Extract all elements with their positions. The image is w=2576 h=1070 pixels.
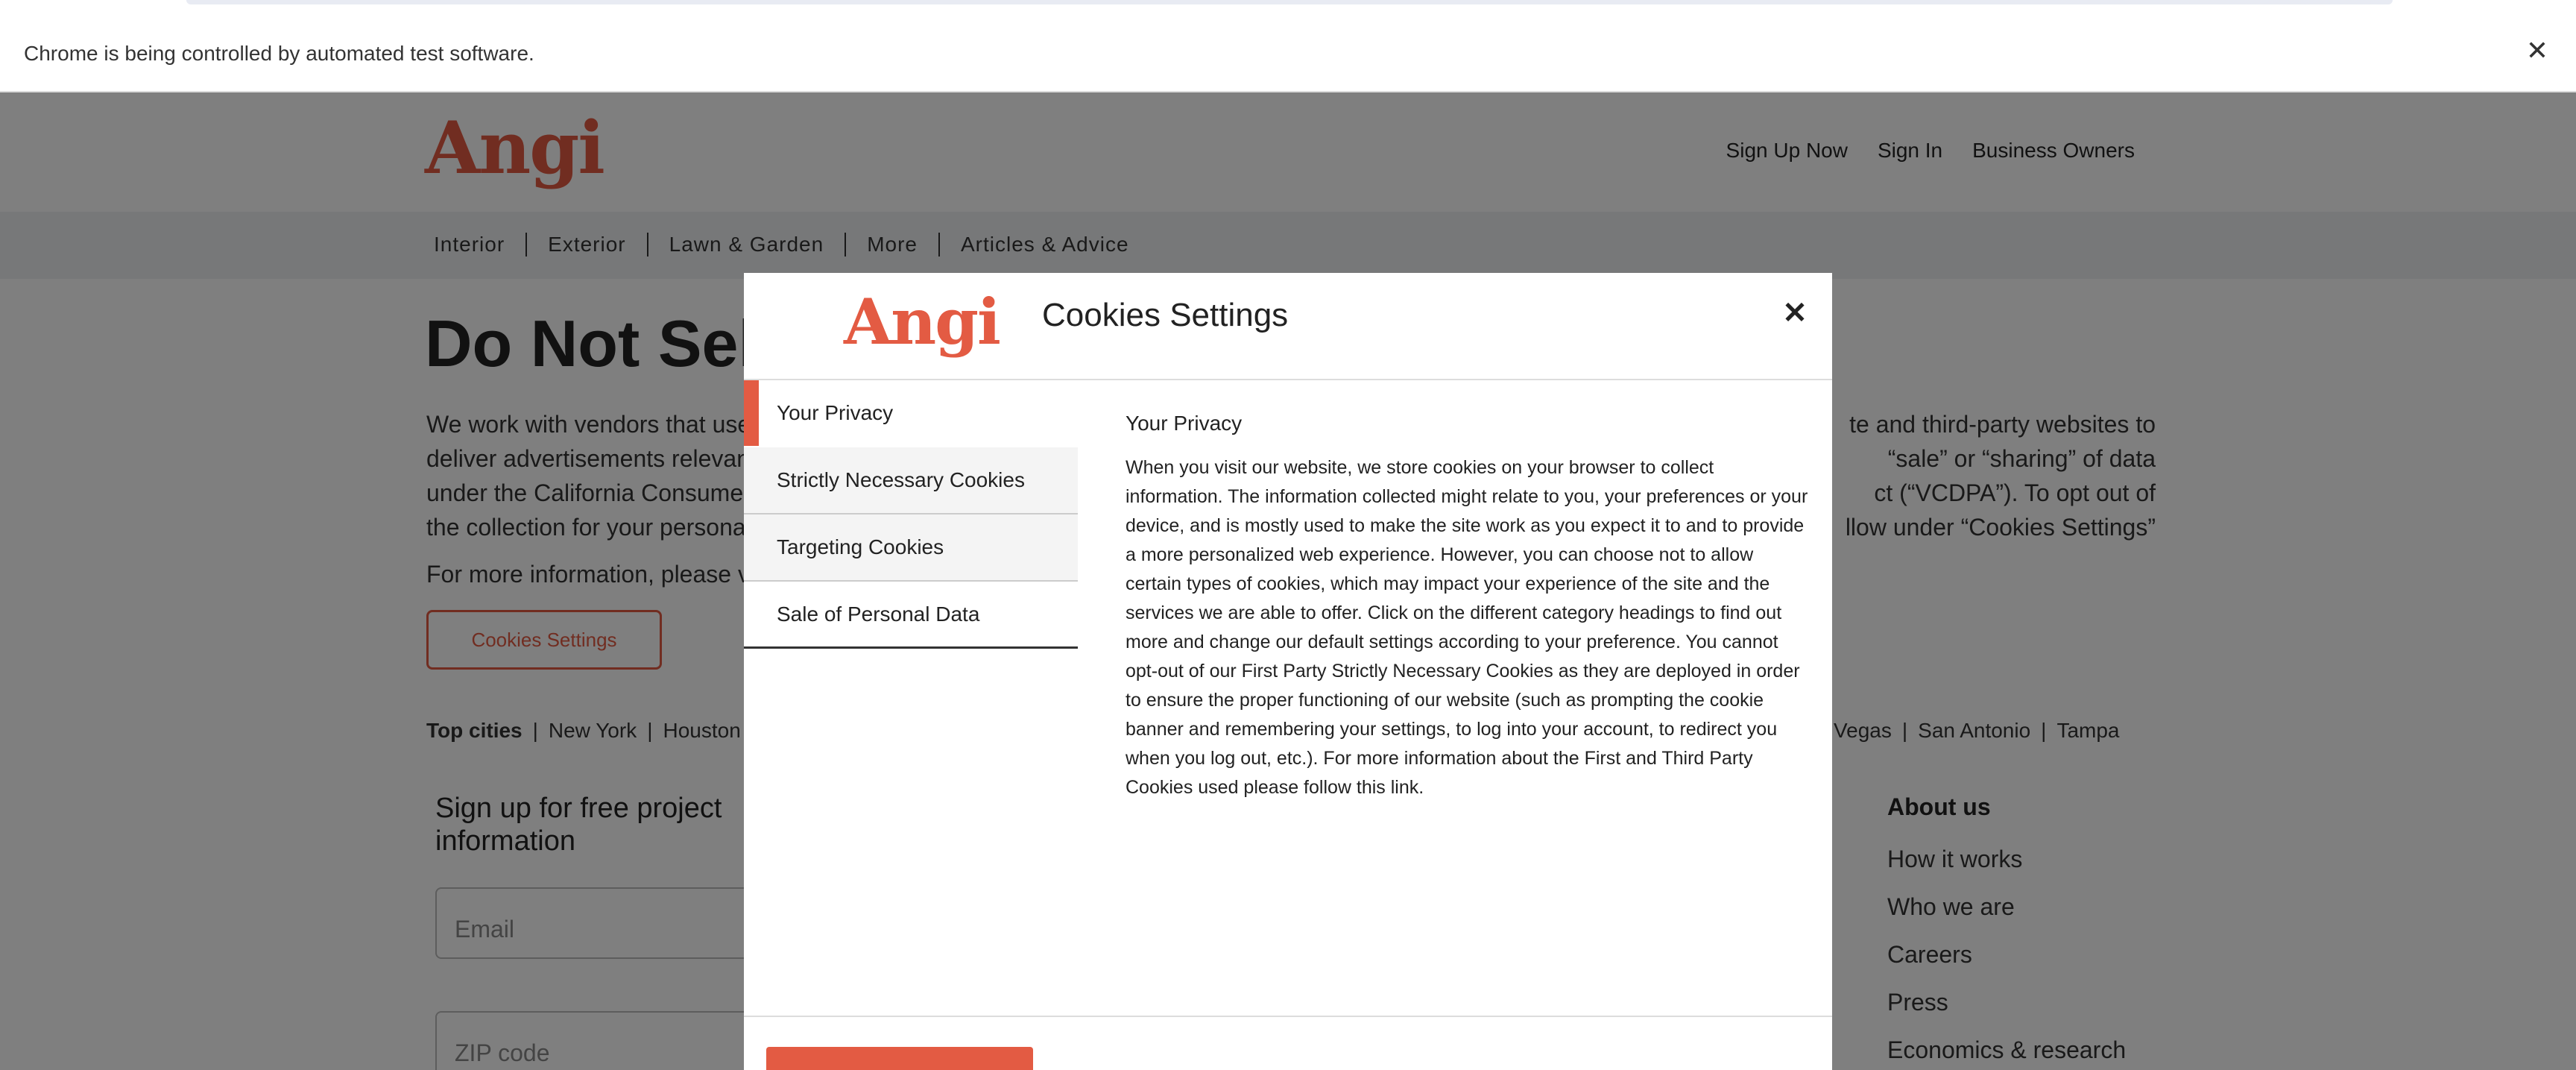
cookie-category-menu: Your Privacy Strictly Necessary Cookies … bbox=[744, 380, 1078, 649]
dialog-close-icon[interactable]: ✕ bbox=[1777, 295, 1813, 331]
cookies-settings-dialog: Angi Cookies Settings ✕ Your Privacy Str… bbox=[744, 273, 1832, 1070]
browser-top-strip bbox=[0, 0, 2576, 15]
menu-item-sale-personal-data[interactable]: Sale of Personal Data bbox=[744, 582, 1078, 649]
automation-message: Chrome is being controlled by automated … bbox=[24, 42, 534, 65]
confirm-choices-button[interactable] bbox=[766, 1047, 1033, 1070]
menu-item-strictly-necessary[interactable]: Strictly Necessary Cookies bbox=[744, 447, 1078, 514]
automation-infobar: Chrome is being controlled by automated … bbox=[0, 15, 2576, 92]
dialog-header: Angi Cookies Settings ✕ bbox=[744, 273, 1832, 380]
dialog-logo: Angi bbox=[844, 285, 1001, 359]
menu-item-your-privacy[interactable]: Your Privacy bbox=[744, 380, 1078, 447]
infobar-close-icon[interactable]: ✕ bbox=[2522, 36, 2552, 66]
dialog-title: Cookies Settings bbox=[1042, 297, 1289, 333]
dialog-footer-divider bbox=[744, 1016, 1832, 1017]
menu-item-targeting-cookies[interactable]: Targeting Cookies bbox=[744, 514, 1078, 582]
browser-tab-strip bbox=[186, 0, 2393, 4]
content-body: When you visit our website, we store coo… bbox=[1126, 457, 1808, 798]
content-title: Your Privacy bbox=[1126, 412, 1243, 435]
privacy-content: Your Privacy When you visit our website,… bbox=[1126, 412, 1808, 802]
